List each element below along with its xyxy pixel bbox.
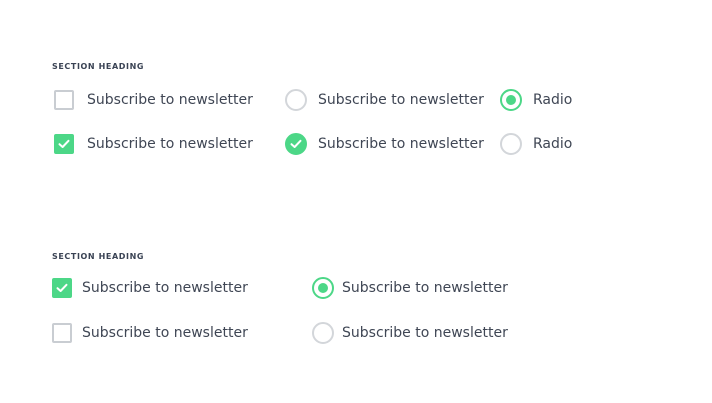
checkmark-icon (290, 139, 302, 148)
checkbox-unchecked-icon[interactable] (52, 323, 72, 343)
radio-option-1[interactable]: Radio (500, 89, 572, 111)
radio-dot-icon (506, 95, 516, 105)
radio-label: Radio (533, 92, 573, 108)
checkbox-checked-icon[interactable] (52, 278, 72, 298)
round-check-label: Subscribe to newsletter (318, 136, 484, 152)
section-heading-1: SECTION HEADING (52, 62, 145, 71)
round-check-unchecked-icon[interactable] (285, 89, 307, 111)
newsletter-checkbox-1[interactable]: Subscribe to newsletter (54, 90, 253, 110)
radio-dot-icon (318, 283, 328, 293)
checkbox-label: Subscribe to newsletter (82, 325, 248, 341)
checkbox-label: Subscribe to newsletter (82, 280, 248, 296)
checkmark-icon (56, 283, 68, 292)
checkbox-unchecked-icon[interactable] (54, 90, 74, 110)
newsletter-radio-3[interactable]: Subscribe to newsletter (312, 277, 508, 299)
radio-unselected-icon[interactable] (312, 322, 334, 344)
newsletter-radio-4[interactable]: Subscribe to newsletter (312, 322, 508, 344)
radio-label: Subscribe to newsletter (342, 325, 508, 341)
newsletter-round-check-2[interactable]: Subscribe to newsletter (285, 133, 484, 155)
round-check-label: Subscribe to newsletter (318, 92, 484, 108)
radio-selected-icon[interactable] (312, 277, 334, 299)
radio-unselected-icon[interactable] (500, 133, 522, 155)
newsletter-checkbox-2[interactable]: Subscribe to newsletter (54, 134, 253, 154)
newsletter-checkbox-4[interactable]: Subscribe to newsletter (52, 323, 248, 343)
radio-option-2[interactable]: Radio (500, 133, 572, 155)
checkbox-checked-icon[interactable] (54, 134, 74, 154)
checkmark-icon (58, 139, 70, 148)
round-check-checked-icon[interactable] (285, 133, 307, 155)
newsletter-checkbox-3[interactable]: Subscribe to newsletter (52, 278, 248, 298)
radio-selected-icon[interactable] (500, 89, 522, 111)
radio-label: Radio (533, 136, 573, 152)
checkbox-label: Subscribe to newsletter (87, 136, 253, 152)
radio-label: Subscribe to newsletter (342, 280, 508, 296)
section-heading-2: SECTION HEADING (52, 252, 145, 261)
newsletter-round-check-1[interactable]: Subscribe to newsletter (285, 89, 484, 111)
checkbox-label: Subscribe to newsletter (87, 92, 253, 108)
